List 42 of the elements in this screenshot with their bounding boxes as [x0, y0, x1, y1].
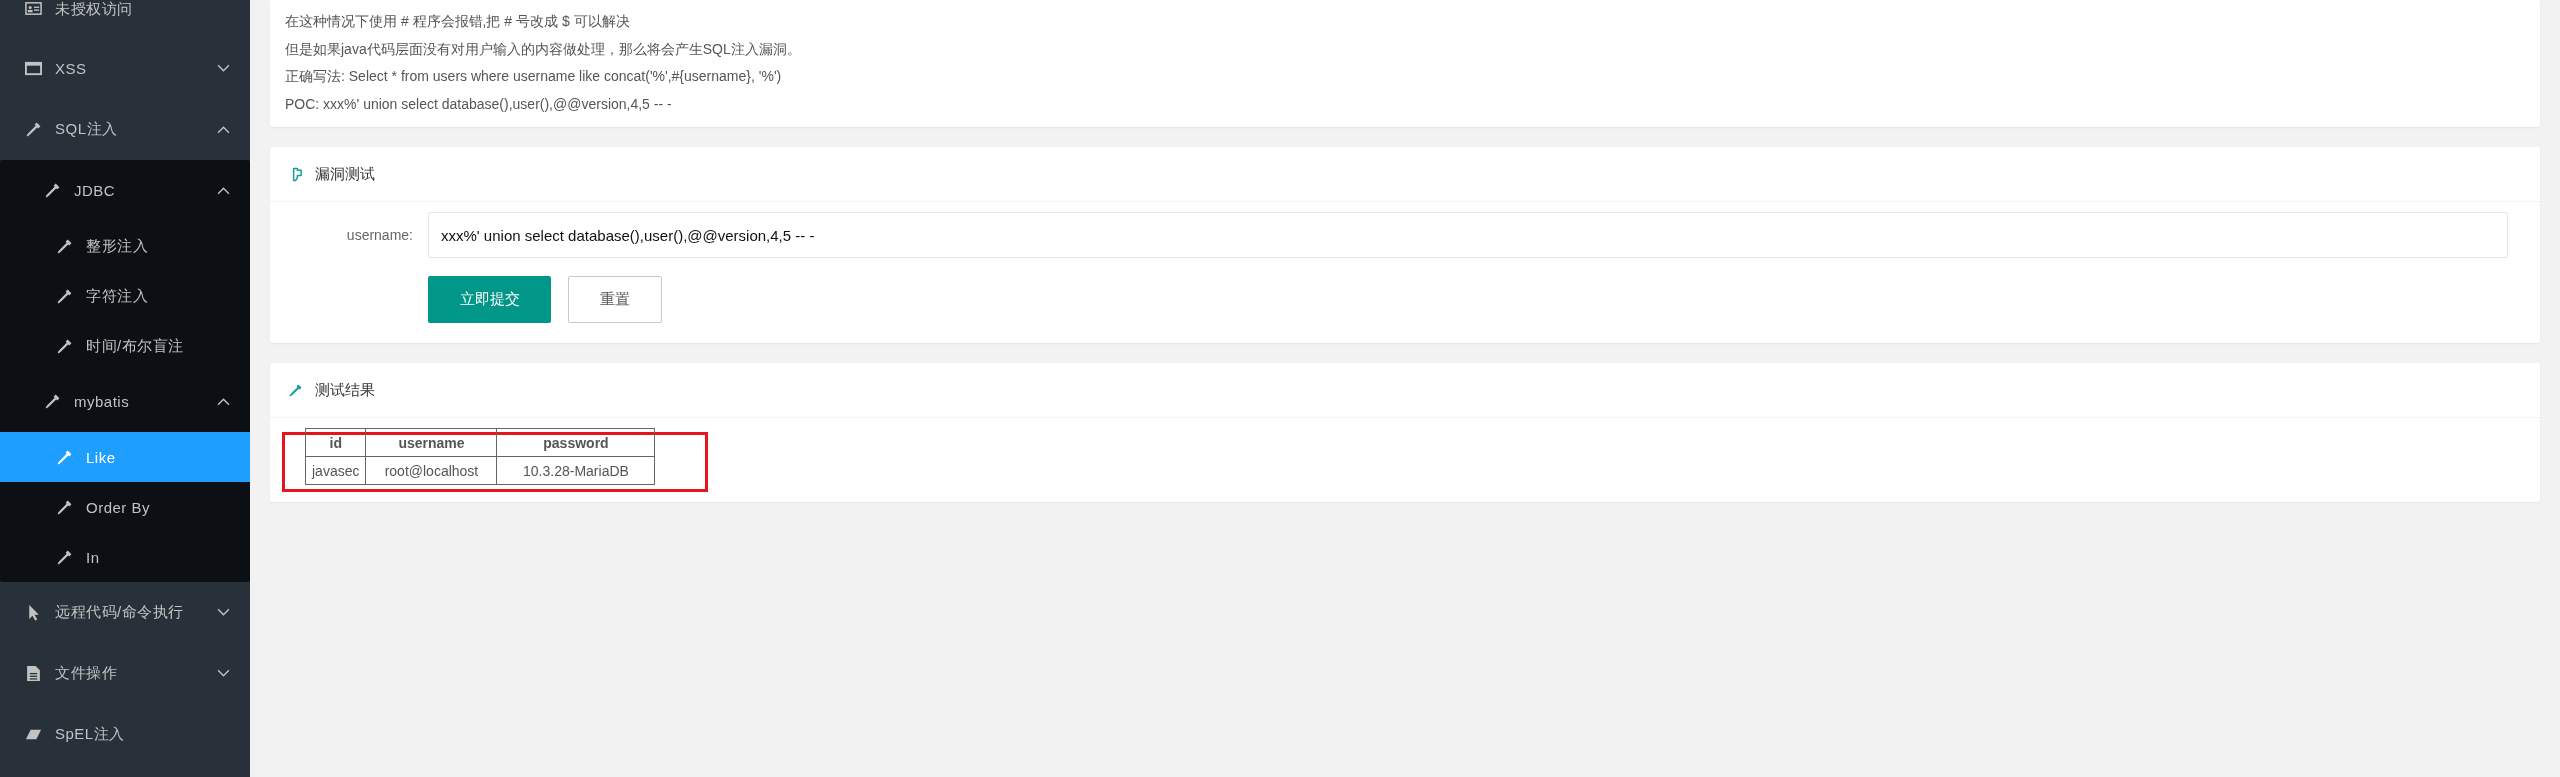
pipette-icon: [44, 393, 61, 410]
sidebar-item[interactable]: SQL注入: [0, 99, 250, 160]
submit-button[interactable]: 立即提交: [428, 276, 551, 323]
description-text: POC: xxx%' union select database(),user(),@@version,4,5 -- -: [285, 94, 673, 114]
sidebar-item[interactable]: 时间/布尔盲注: [0, 321, 250, 371]
sidebar-item[interactable]: XSS: [0, 38, 250, 99]
pipette-icon: [56, 287, 73, 305]
pipette-icon: [44, 182, 61, 199]
sidebar-item[interactable]: 整形注入: [0, 221, 250, 271]
document-icon: [25, 665, 42, 682]
card-title: 漏洞测试: [315, 164, 375, 184]
sidebar-item[interactable]: 文件操作: [0, 643, 250, 704]
column-header: username: [365, 428, 497, 457]
id-card-icon: [25, 0, 42, 17]
username-input[interactable]: xxx%' union select database(),user(),@@version,4,5 -- -: [428, 212, 2508, 258]
table-cell: javasec: [305, 456, 366, 485]
field-label: username:: [345, 227, 414, 243]
window-icon: [25, 60, 42, 77]
sidebar-item[interactable]: 未授权访问: [0, 0, 250, 38]
description-text: 在这种情况下使用 # 程序会报错,把 # 号改成 $ 可以解决: [285, 12, 631, 31]
sidebar-item[interactable]: In: [0, 532, 250, 582]
sidebar-item[interactable]: JDBC: [0, 160, 250, 221]
sidebar-item[interactable]: mybatis: [0, 371, 250, 432]
pipette-icon: [56, 548, 73, 566]
pipette-icon: [288, 382, 303, 398]
sidebar-item[interactable]: SpEL注入: [0, 704, 250, 765]
sidebar-item[interactable]: 字符注入: [0, 271, 250, 321]
pipette-icon: [56, 337, 73, 355]
pipette-icon: [56, 237, 73, 255]
column-header: password: [496, 428, 655, 457]
sidebar-item[interactable]: Order By: [0, 482, 250, 532]
sidebar-item[interactable]: 远程代码/命令执行: [0, 582, 250, 643]
description-text: 正确写法: Select * from users where username like concat('%',#{username}, '%'): [285, 67, 783, 86]
table-cell: root@localhost: [365, 456, 497, 485]
column-header: id: [305, 428, 366, 457]
card-title: 测试结果: [315, 380, 375, 400]
reset-button[interactable]: 重置: [568, 276, 662, 323]
pipette-icon: [56, 448, 73, 466]
pipette-icon: [25, 121, 42, 138]
table-cell: 10.3.28-MariaDB: [496, 456, 655, 485]
pipette-icon: [56, 498, 73, 516]
description-text: 但是如果java代码层面没有对用户输入的内容做处理，那么将会产生SQL注入漏洞。: [285, 39, 802, 59]
